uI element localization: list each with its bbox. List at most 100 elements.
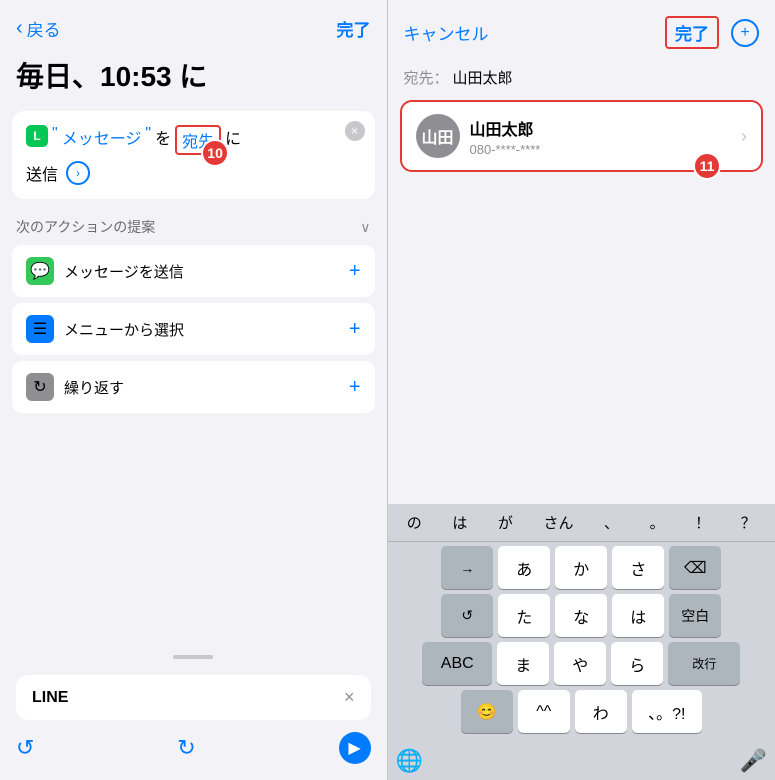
chevron-left-icon: ‹ <box>16 17 23 40</box>
particle-ni: に <box>225 125 241 149</box>
send-circle-icon[interactable]: › <box>66 161 90 185</box>
key-ra[interactable]: ら <box>611 642 663 685</box>
microphone-icon[interactable]: 🎤 <box>740 748 767 774</box>
suggestion-label-menu: メニューから選択 <box>64 319 184 340</box>
key-delete[interactable]: ⌫ <box>669 546 721 589</box>
send-label: 送信 <box>26 161 58 185</box>
suggestion-item-repeat[interactable]: ↻ 繰り返す + <box>12 361 375 413</box>
bottom-close-button[interactable]: × <box>344 687 355 708</box>
left-done-button[interactable]: 完了 <box>337 16 371 41</box>
suggestion-item-left: ☰ メニューから選択 <box>26 315 184 343</box>
key-space[interactable]: 空白 <box>669 594 721 637</box>
left-bottom: LINE × ↺ ↻ ▶ <box>0 643 387 780</box>
right-panel: キャンセル 完了 + 宛先： 山田太郎 山田 山田太郎 080-****-***… <box>388 0 775 780</box>
quote-close: " <box>145 125 151 143</box>
contact-info: 山田太郎 080-****-**** <box>470 116 742 157</box>
key-ka[interactable]: か <box>555 546 607 589</box>
key-ya[interactable]: や <box>554 642 606 685</box>
scroll-indicator <box>173 655 213 659</box>
key-ma[interactable]: ま <box>497 642 549 685</box>
redo-icon[interactable]: ↻ <box>177 735 195 761</box>
action-card: L " メッセージ " を 宛先 10 に 送信 › × <box>12 111 375 199</box>
step-badge-11: 11 <box>693 152 721 180</box>
line-icon: L <box>26 125 48 147</box>
cancel-button[interactable]: キャンセル <box>404 20 489 45</box>
key-emoji[interactable]: 😊 <box>461 690 513 733</box>
recipient-field-value: 山田太郎 <box>453 67 513 88</box>
key-sa[interactable]: さ <box>612 546 664 589</box>
suggestion-exclaim[interactable]: ！ <box>695 512 710 533</box>
recipient-field[interactable]: 宛先： 山田太郎 <box>388 59 775 96</box>
send-row: 送信 › <box>26 161 361 185</box>
keyboard-rows: → あ か さ ⌫ ↺ た な は 空白 ABC ま や ら 改行 <box>388 542 775 742</box>
suggestion-label-repeat: 繰り返す <box>64 377 124 398</box>
keyboard-bottom: 🌐 🎤 <box>388 742 775 780</box>
bottom-app-bar: LINE × <box>16 675 371 720</box>
message-label: メッセージ <box>62 125 142 149</box>
key-wa[interactable]: わ <box>575 690 627 733</box>
suggestion-period[interactable]: 。 <box>650 512 665 533</box>
quote-open: " <box>52 125 58 143</box>
key-ha[interactable]: は <box>612 594 664 637</box>
repeat-icon: ↻ <box>26 373 54 401</box>
suggestion-item-left: 💬 メッセージを送信 <box>26 257 184 285</box>
bottom-icons: ↺ ↻ ▶ <box>16 728 371 768</box>
step-badge-10: 10 <box>201 139 229 167</box>
globe-icon[interactable]: 🌐 <box>396 748 423 774</box>
particle-wo: を <box>155 125 171 149</box>
back-button[interactable]: ‹ 戻る <box>16 16 61 41</box>
left-panel: ‹ 戻る 完了 毎日、10:53 に L " メッセージ " を 宛先 10 に… <box>0 0 387 780</box>
add-message-icon[interactable]: + <box>349 260 361 283</box>
recipient-field-label: 宛先： <box>404 67 449 88</box>
suggestion-の[interactable]: の <box>407 512 422 533</box>
suggestion-は[interactable]: は <box>452 512 467 533</box>
add-repeat-icon[interactable]: + <box>349 376 361 399</box>
avatar-text: 山田 <box>421 124 453 148</box>
key-row-1: → あ か さ ⌫ <box>392 546 772 589</box>
chevron-down-icon[interactable]: ∨ <box>360 219 370 236</box>
left-nav: ‹ 戻る 完了 <box>0 0 387 51</box>
suggestion-さん[interactable]: さん <box>543 512 573 533</box>
play-button[interactable]: ▶ <box>339 732 371 764</box>
key-row-4: 😊 ^^ わ 、。?! <box>392 690 772 733</box>
action-card-content: L " メッセージ " を 宛先 10 に <box>26 125 361 155</box>
key-ta[interactable]: た <box>498 594 550 637</box>
done-button-wrapper: 完了 + <box>665 16 759 49</box>
suggestion-label-message: メッセージを送信 <box>64 261 184 282</box>
key-arrow[interactable]: → <box>441 546 493 589</box>
menu-icon: ☰ <box>26 315 54 343</box>
contact-avatar: 山田 <box>416 114 460 158</box>
key-abc[interactable]: ABC <box>422 642 492 685</box>
undo-icon[interactable]: ↺ <box>16 735 34 761</box>
key-na[interactable]: な <box>555 594 607 637</box>
key-undo[interactable]: ↺ <box>441 594 493 637</box>
app-name-label: LINE <box>32 689 68 707</box>
suggestion-が[interactable]: が <box>498 512 513 533</box>
suggestion-item-menu[interactable]: ☰ メニューから選択 + <box>12 303 375 355</box>
done-button[interactable]: 完了 <box>665 16 719 49</box>
card-close-button[interactable]: × <box>345 121 365 141</box>
message-send-icon: 💬 <box>26 257 54 285</box>
add-contact-button[interactable]: + <box>731 19 759 47</box>
suggestion-item-left: ↻ 繰り返す <box>26 373 124 401</box>
back-label: 戻る <box>27 16 61 41</box>
suggestion-question[interactable]: ？ <box>741 512 756 533</box>
suggestion-header: 次のアクションの提案 ∨ <box>0 211 387 243</box>
contact-card[interactable]: 山田 山田太郎 080-****-**** › 11 <box>400 100 764 172</box>
key-punct[interactable]: 、。?! <box>632 690 702 733</box>
page-title: 毎日、10:53 に <box>0 51 387 111</box>
suggestion-comma[interactable]: 、 <box>604 512 619 533</box>
chevron-right-icon: › <box>741 126 747 147</box>
right-nav: キャンセル 完了 + <box>388 0 775 59</box>
recipient-button[interactable]: 宛先 10 <box>175 125 221 155</box>
key-return[interactable]: 改行 <box>668 642 740 685</box>
key-dakuten[interactable]: ^^ <box>518 690 570 733</box>
contact-name: 山田太郎 <box>470 116 742 140</box>
key-a[interactable]: あ <box>498 546 550 589</box>
add-menu-icon[interactable]: + <box>349 318 361 341</box>
suggestion-header-label: 次のアクションの提案 <box>16 217 155 237</box>
key-row-3: ABC ま や ら 改行 <box>392 642 772 685</box>
keyboard: の は が さん 、 。 ！ ？ → あ か さ ⌫ ↺ た な は <box>388 504 775 780</box>
keyboard-suggestions-bar: の は が さん 、 。 ！ ？ <box>388 504 775 542</box>
suggestion-item-message[interactable]: 💬 メッセージを送信 + <box>12 245 375 297</box>
